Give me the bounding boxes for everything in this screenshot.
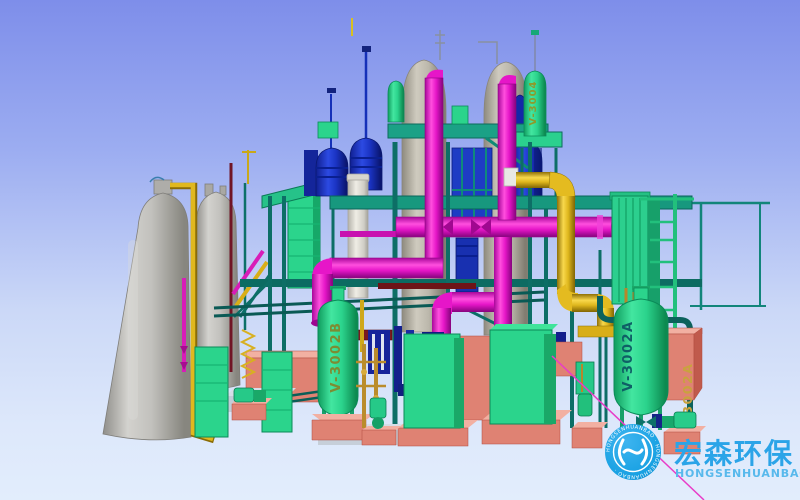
v3002b-label: V-3002B [329, 321, 344, 392]
green-cylinder-small [388, 81, 404, 122]
v3004-label: V-3004 [528, 81, 539, 126]
v3002a-label: V-3002A [621, 320, 636, 391]
model-viewport[interactable]: V-3004 [0, 0, 800, 500]
brand-name-en: HONGSENHUANBAO [675, 467, 800, 480]
brand-name-cn: 宏森环保 [674, 437, 794, 470]
pump-1 [232, 388, 272, 420]
plant-3d-scene: V-3004 [0, 0, 800, 500]
vessel-v3002a: V-3002A [614, 286, 668, 432]
